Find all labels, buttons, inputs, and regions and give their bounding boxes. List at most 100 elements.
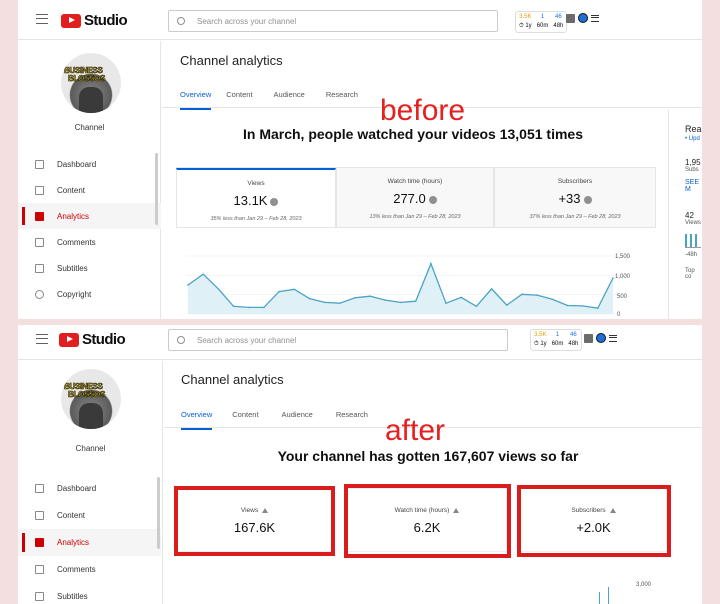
header-stats[interactable]: 3.5K ⏱ 1y 1 60m 46 48h xyxy=(530,329,583,351)
data-point[interactable] xyxy=(338,302,341,304)
realtime-subs-value: 1,95 xyxy=(685,158,701,167)
data-point[interactable] xyxy=(247,306,250,309)
data-point[interactable] xyxy=(187,284,189,286)
search-input[interactable]: Search across your channel xyxy=(168,329,508,351)
sidebar-item-label: Dashboard xyxy=(57,159,97,169)
data-point[interactable] xyxy=(293,288,296,291)
sidebar-item-label: Subtitles xyxy=(57,592,88,601)
stat-sub: 48h xyxy=(568,341,579,347)
data-point[interactable] xyxy=(475,305,478,308)
menu-icon[interactable] xyxy=(36,334,48,344)
youtube-logo-icon xyxy=(59,332,79,347)
sidebar-item-label: Analytics xyxy=(57,211,90,221)
data-point[interactable] xyxy=(597,307,599,309)
data-point[interactable] xyxy=(536,294,538,296)
sidebar-item-subtitles[interactable]: Subtitles xyxy=(18,255,161,281)
sidebar-item-comments[interactable]: Comments xyxy=(18,556,161,583)
stat-sub: 60m xyxy=(551,341,564,347)
page-title: Channel analytics xyxy=(181,372,284,387)
channel-avatar[interactable]: BUSINESS BLOSSOS xyxy=(61,53,121,113)
top-content-label: Top co xyxy=(685,268,695,280)
comments-icon xyxy=(35,237,44,247)
profile-icon[interactable] xyxy=(596,333,606,343)
data-point[interactable] xyxy=(430,262,432,265)
sidebar-item-comments[interactable]: Comments xyxy=(18,229,161,255)
stat-sub: 48h xyxy=(553,23,564,29)
see-more-link[interactable]: SEE M xyxy=(685,179,702,193)
studio-logo[interactable]: Studio xyxy=(61,12,128,29)
metric-card-views[interactable]: Views 13.1K 35% less than Jan 29 – Feb 2… xyxy=(176,168,336,228)
top-bar: Studio Search across your channel 3.5K ⏱ … xyxy=(18,325,702,360)
data-point[interactable] xyxy=(521,293,523,296)
data-point[interactable] xyxy=(202,273,204,275)
data-point[interactable] xyxy=(278,290,280,293)
sidebar-item-label: Comments xyxy=(57,237,96,247)
data-point[interactable] xyxy=(384,299,387,301)
channel-label: Channel xyxy=(74,123,105,132)
stat-sub: ⏱ 1y xyxy=(519,23,532,29)
channel-avatar[interactable]: BUSINESS BLOSSOS xyxy=(61,369,121,429)
content-icon xyxy=(35,511,44,520)
data-point[interactable] xyxy=(445,302,447,304)
data-point[interactable] xyxy=(566,304,569,307)
sidebar-item-subtitles[interactable]: Subtitles xyxy=(18,583,161,604)
extension-icon[interactable] xyxy=(566,13,575,23)
sidebar-scrollbar[interactable] xyxy=(155,153,158,225)
sidebar-item-analytics[interactable]: Analytics xyxy=(18,529,161,556)
sidebar-item-copyright[interactable]: Copyright xyxy=(18,281,161,307)
header-stats[interactable]: 3.5K ⏱ 1y 1 60m 46 48h xyxy=(515,11,568,33)
y-tick-label: 1,000 xyxy=(615,274,631,280)
realtime-status: • Upd xyxy=(685,136,700,142)
more-menu-icon[interactable] xyxy=(591,14,599,22)
sidebar-item-dashboard[interactable]: Dashboard xyxy=(18,475,161,502)
before-screenshot: Studio Search across your channel 3.5K ⏱ … xyxy=(18,0,702,319)
search-input[interactable]: Search across your channel xyxy=(168,10,498,32)
data-point[interactable] xyxy=(232,305,235,308)
metric-label: Watch time (hours) xyxy=(387,178,443,185)
data-point[interactable] xyxy=(490,288,493,290)
extension-icon[interactable] xyxy=(584,333,593,343)
avatar-art-text: BLOSSOS xyxy=(68,74,106,83)
sidebar-item-dashboard[interactable]: Dashboard xyxy=(18,151,161,177)
metric-card-subscribers[interactable]: Subscribers +33 37% less than Jan 29 – F… xyxy=(494,168,656,228)
studio-logo[interactable]: Studio xyxy=(59,331,126,348)
data-point[interactable] xyxy=(414,300,417,303)
subtitles-icon xyxy=(35,592,44,601)
data-point[interactable] xyxy=(308,297,311,300)
data-point[interactable] xyxy=(551,298,554,301)
headline: Your channel has gotten 167,607 views so… xyxy=(277,448,579,464)
highlight-box-watch-time xyxy=(344,484,511,558)
profile-icon[interactable] xyxy=(578,13,588,23)
realtime-title: Rea xyxy=(685,124,702,134)
metric-card-watch-time[interactable]: Watch time (hours) 277.0 13% less than J… xyxy=(336,168,494,228)
sidebar-item-analytics[interactable]: Analytics xyxy=(18,203,161,229)
data-point[interactable] xyxy=(399,301,402,304)
data-point[interactable] xyxy=(460,296,463,299)
search-icon xyxy=(177,17,185,25)
info-icon[interactable] xyxy=(583,195,592,204)
data-point[interactable] xyxy=(505,304,508,306)
info-icon[interactable] xyxy=(270,197,279,206)
data-point[interactable] xyxy=(354,296,356,299)
search-icon xyxy=(177,336,185,344)
menu-icon[interactable] xyxy=(36,14,48,24)
metric-comparison: 35% less than Jan 29 – Feb 28, 2023 xyxy=(210,216,302,222)
sidebar-item-content[interactable]: Content xyxy=(18,177,161,203)
more-menu-icon[interactable] xyxy=(609,334,617,342)
realtime-range: -48h xyxy=(685,252,698,258)
sidebar-scrollbar[interactable] xyxy=(157,477,160,549)
data-point[interactable] xyxy=(581,305,584,307)
data-point[interactable] xyxy=(263,306,265,309)
headline: In March, people watched your videos 13,… xyxy=(242,126,583,142)
info-icon[interactable] xyxy=(428,195,437,204)
views-line-chart[interactable] xyxy=(186,252,646,319)
data-point[interactable] xyxy=(612,277,614,279)
realtime-panel: Rea • Upd 1,95 Subs SEE M 42 Views -48h … xyxy=(668,110,702,319)
sidebar-item-content[interactable]: Content xyxy=(18,502,161,529)
data-point[interactable] xyxy=(369,295,371,298)
after-annotation: after xyxy=(385,414,446,447)
data-point[interactable] xyxy=(323,301,326,304)
metric-cards: Views 13.1K 35% less than Jan 29 – Feb 2… xyxy=(176,167,656,228)
y-tick-label: 3,000 xyxy=(636,582,652,588)
data-point[interactable] xyxy=(217,288,220,290)
